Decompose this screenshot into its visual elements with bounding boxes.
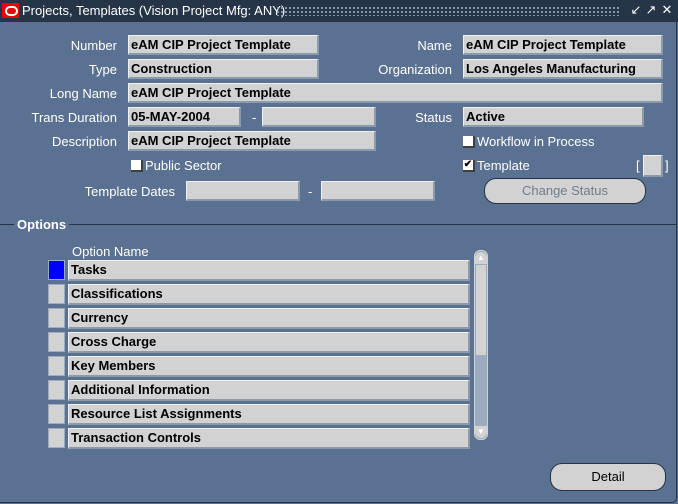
name-label: Name <box>417 38 452 53</box>
row-selector[interactable] <box>48 404 65 424</box>
row-selector[interactable] <box>48 332 65 352</box>
long-name-field[interactable]: eAM CIP Project Template <box>128 83 663 103</box>
options-section-title: Options <box>14 217 70 232</box>
detail-button[interactable]: Detail <box>550 463 666 491</box>
template-dates-to-field[interactable] <box>321 181 435 201</box>
row-selector[interactable] <box>48 308 65 328</box>
long-name-label: Long Name <box>49 86 117 101</box>
status-field[interactable]: Active <box>463 107 644 127</box>
status-label: Status <box>415 110 452 125</box>
option-name-cell[interactable]: Cross Charge <box>68 332 470 353</box>
row-selector[interactable] <box>48 284 65 304</box>
row-selector[interactable] <box>48 380 65 400</box>
option-name-cell[interactable]: Classifications <box>68 284 470 305</box>
trans-duration-from-field[interactable]: 05-MAY-2004 <box>128 107 241 127</box>
number-field[interactable]: eAM CIP Project Template <box>128 35 319 55</box>
scroll-up-icon[interactable]: ▲ <box>475 252 487 264</box>
options-scrollbar[interactable]: ▲ ▼ <box>474 250 488 440</box>
option-name-header: Option Name <box>72 244 149 259</box>
option-name-cell[interactable]: Currency <box>68 308 470 329</box>
description-field[interactable]: eAM CIP Project Template <box>128 131 376 151</box>
minimize-icon[interactable]: ↙ <box>629 2 643 18</box>
close-icon[interactable]: ✕ <box>660 2 674 18</box>
flex-field-open-bracket: [ <box>636 158 640 173</box>
organization-field[interactable]: Los Angeles Manufacturing <box>463 59 663 79</box>
template-label: Template <box>477 158 530 173</box>
checkbox-box[interactable] <box>131 159 143 172</box>
template-checkbox[interactable]: ✔ Template <box>463 158 530 173</box>
row-selector[interactable] <box>48 356 65 376</box>
organization-label: Organization <box>378 62 452 77</box>
row-selector[interactable] <box>48 260 65 280</box>
change-status-button[interactable]: Change Status <box>484 178 646 204</box>
trans-duration-separator: - <box>252 110 257 125</box>
checkbox-box[interactable] <box>463 135 475 148</box>
title-bar-grip <box>276 6 621 16</box>
options-divider <box>0 224 676 225</box>
public-sector-label: Public Sector <box>145 158 222 173</box>
workflow-in-process-label: Workflow in Process <box>477 134 595 149</box>
public-sector-checkbox[interactable]: Public Sector <box>131 158 222 173</box>
row-selector[interactable] <box>48 428 65 448</box>
number-label: Number <box>70 38 117 53</box>
option-name-cell[interactable]: Resource List Assignments <box>68 404 470 425</box>
description-label: Description <box>51 134 117 149</box>
scroll-down-icon[interactable]: ▼ <box>475 426 487 438</box>
template-dates-label: Template Dates <box>84 184 175 199</box>
window-title: Projects, Templates (Vision Project Mfg:… <box>22 3 286 18</box>
maximize-icon[interactable]: ↗ <box>644 2 658 18</box>
option-name-cell[interactable]: Transaction Controls <box>68 428 470 449</box>
trans-duration-to-field[interactable] <box>262 107 376 127</box>
type-label: Type <box>88 62 117 77</box>
flex-field[interactable] <box>643 155 663 177</box>
scrollbar-thumb[interactable] <box>476 265 486 355</box>
type-field[interactable]: Construction <box>128 59 319 79</box>
title-bar: Projects, Templates (Vision Project Mfg:… <box>0 0 678 22</box>
name-field[interactable]: eAM CIP Project Template <box>463 35 663 55</box>
trans-duration-label: Trans Duration <box>31 110 118 125</box>
oracle-logo-icon <box>2 3 19 18</box>
template-dates-from-field[interactable] <box>186 181 300 201</box>
option-name-cell[interactable]: Additional Information <box>68 380 470 401</box>
checkmark-icon[interactable]: ✔ <box>463 159 475 172</box>
template-dates-separator: - <box>308 184 313 199</box>
option-name-cell[interactable]: Key Members <box>68 356 470 377</box>
workflow-in-process-checkbox[interactable]: Workflow in Process <box>463 134 595 149</box>
flex-field-close-bracket: ] <box>665 158 669 173</box>
option-name-cell[interactable]: Tasks <box>68 260 470 281</box>
